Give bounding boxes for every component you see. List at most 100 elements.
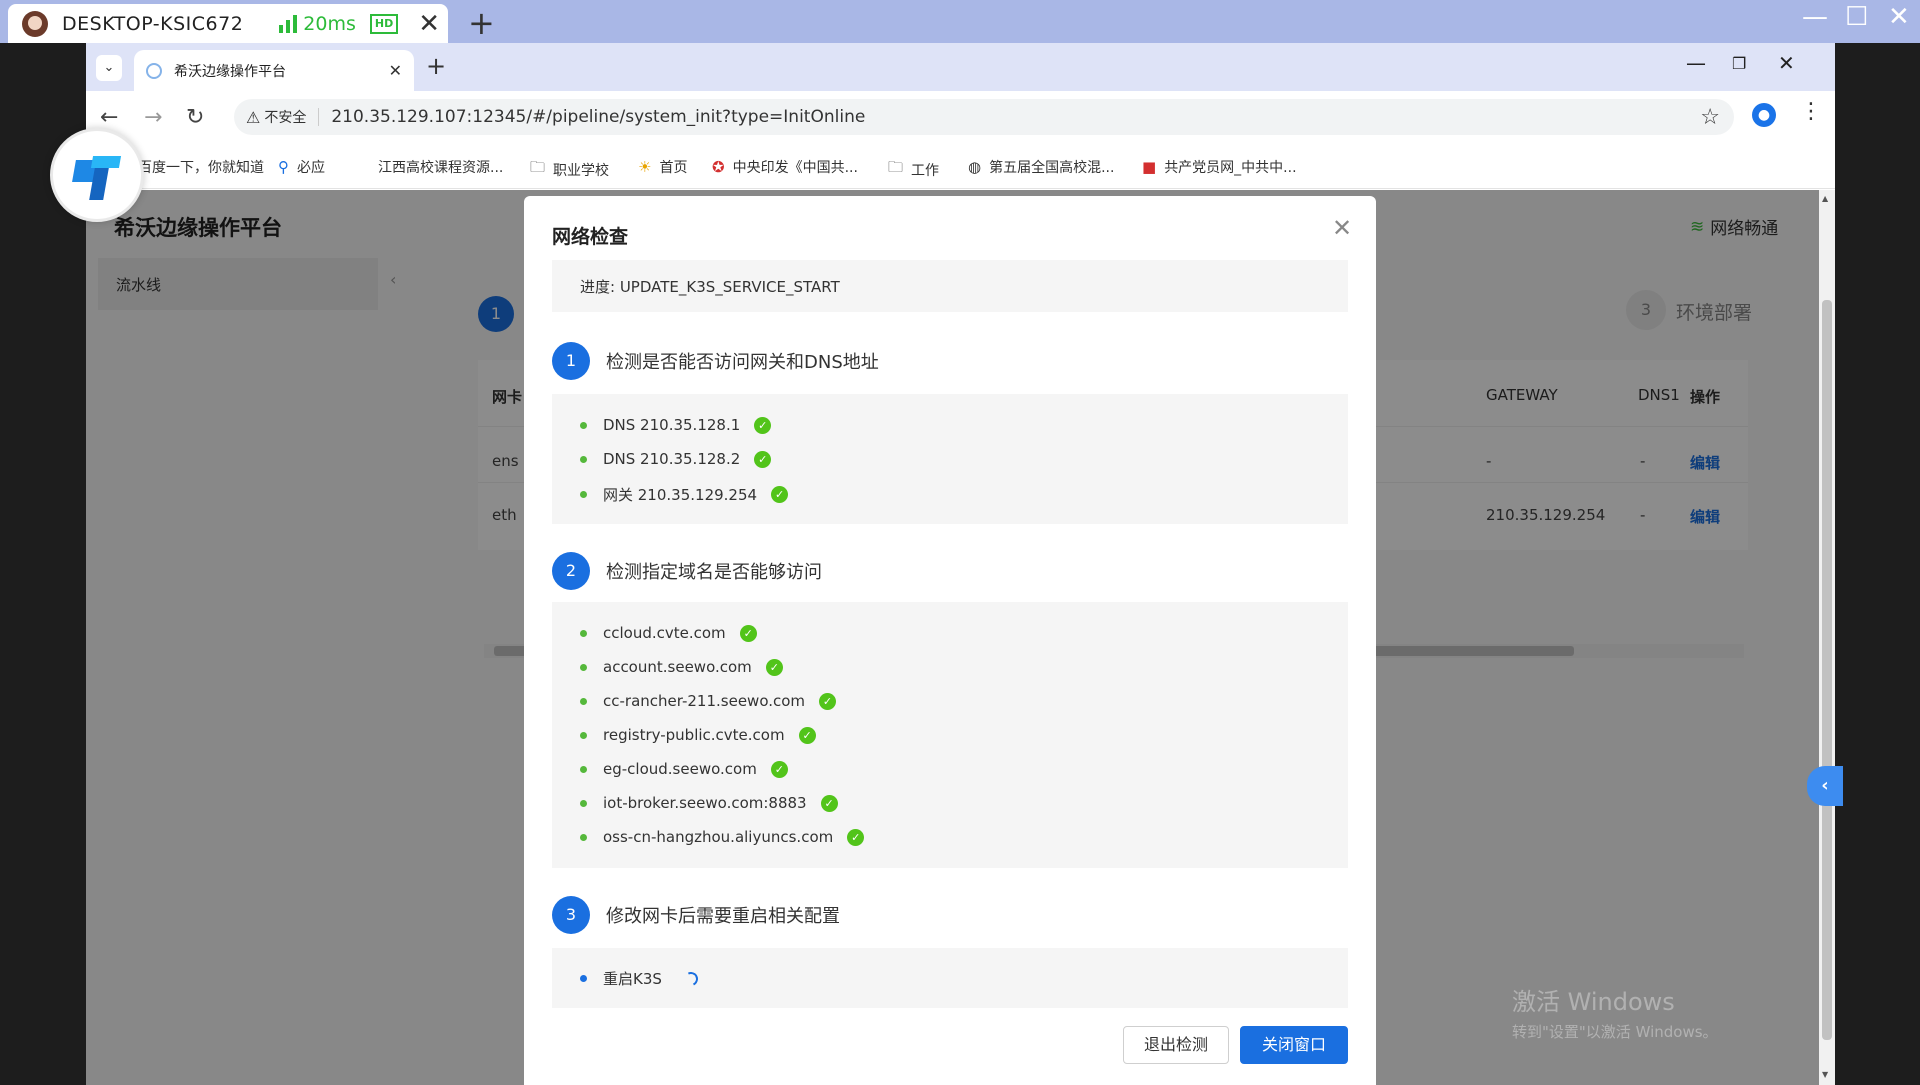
list-item: 重启K3S bbox=[580, 968, 700, 989]
tab-search-icon[interactable]: ⌄ bbox=[96, 55, 122, 81]
profile-icon[interactable]: ● bbox=[1752, 103, 1776, 127]
watermark-subtitle: 转到"设置"以激活 Windows。 bbox=[1512, 1023, 1718, 1041]
floating-app-icon[interactable] bbox=[50, 128, 144, 222]
minimize-icon[interactable]: — bbox=[1802, 2, 1828, 32]
emblem-icon: ✪ bbox=[712, 158, 725, 176]
signal-strength-icon bbox=[279, 14, 298, 33]
list-item: DNS 210.35.128.2 ✓ bbox=[580, 450, 772, 468]
latency-readout: 20ms bbox=[303, 12, 356, 35]
bookmark-item[interactable]: ◍ 第五届全国高校混... bbox=[968, 157, 1114, 177]
list-item: DNS 210.35.128.1 ✓ bbox=[580, 416, 772, 434]
reload-icon[interactable]: ↻ bbox=[186, 105, 204, 130]
list-item: iot-broker.seewo.com:8883 ✓ bbox=[580, 794, 838, 812]
check-icon: ✓ bbox=[820, 794, 838, 812]
browser-close-icon[interactable]: ✕ bbox=[1778, 51, 1795, 75]
browser-minimize-icon[interactable]: — bbox=[1686, 51, 1706, 75]
folder-icon: 🗀 bbox=[888, 158, 904, 176]
user-avatar-icon bbox=[22, 10, 48, 37]
bookmark-label: 江西高校课程资源... bbox=[378, 160, 504, 176]
section-1-number: 1 bbox=[552, 342, 590, 380]
warning-icon: ⚠ bbox=[246, 107, 261, 127]
remote-host-name: DESKTOP-KSIC672 bbox=[62, 12, 244, 35]
section-3-results: 重启K3S bbox=[552, 948, 1348, 1008]
tab-loading-icon bbox=[146, 62, 162, 79]
bookmark-item[interactable]: 🗀 工作 bbox=[888, 157, 939, 182]
address-bar[interactable]: ⚠ 不安全 210.35.129.107:12345/#/pipeline/sy… bbox=[234, 99, 1734, 135]
network-check-dialog: 网络检查 ✕ 进度: UPDATE_K3S_SERVICE_START 1 检测… bbox=[524, 196, 1376, 1085]
check-icon: ✓ bbox=[739, 624, 757, 642]
new-session-icon[interactable]: + bbox=[468, 4, 495, 42]
forward-icon[interactable]: → bbox=[144, 105, 162, 130]
bookmark-item[interactable]: 🗀 职业学校 bbox=[530, 157, 609, 182]
browser-menu-icon[interactable]: ⋮ bbox=[1800, 99, 1822, 124]
search-icon: ⚲ bbox=[278, 158, 289, 176]
section-1-title: 检测是否能否访问网关和DNS地址 bbox=[606, 352, 879, 373]
bookmark-label: 工作 bbox=[911, 162, 940, 179]
check-icon: ✓ bbox=[798, 726, 816, 744]
bookmark-label: 首页 bbox=[659, 160, 688, 176]
tab-title: 希沃边缘操作平台 bbox=[174, 63, 286, 80]
close-window-icon[interactable]: ✕ bbox=[1888, 2, 1910, 32]
check-icon: ✓ bbox=[754, 416, 772, 434]
watermark-title: 激活 Windows bbox=[1512, 988, 1675, 1016]
list-item: 网关 210.35.129.254 ✓ bbox=[580, 484, 789, 505]
list-item: account.seewo.com ✓ bbox=[580, 658, 783, 676]
bookmark-label: 共产党员网_中共中... bbox=[1164, 160, 1297, 176]
bookmark-label: 百度一下，你就知道 bbox=[138, 160, 264, 176]
browser-titlebar: ⌄ 希沃边缘操作平台 ✕ + — ❐ ✕ bbox=[86, 43, 1835, 91]
bookmarks-bar: 百度一下，你就知道 ⚲ 必应 江西高校课程资源... 🗀 职业学校 ☀ 首页 ✪ 中央印… bbox=[86, 143, 1835, 189]
scroll-up-icon[interactable]: ▲ bbox=[1822, 194, 1828, 203]
bookmark-label: 第五届全国高校混... bbox=[989, 160, 1115, 176]
list-item: eg-cloud.seewo.com ✓ bbox=[580, 760, 788, 778]
new-tab-icon[interactable]: + bbox=[426, 52, 446, 80]
maximize-icon[interactable]: ☐ bbox=[1845, 2, 1868, 32]
bookmark-item[interactable]: 百度一下，你就知道 bbox=[138, 157, 264, 177]
bookmark-item[interactable]: 江西高校课程资源... bbox=[378, 157, 503, 177]
section-2-number: 2 bbox=[552, 552, 590, 590]
list-item: registry-public.cvte.com ✓ bbox=[580, 726, 816, 744]
remote-session-tab[interactable]: DESKTOP-KSIC672 20ms HD ✕ bbox=[8, 4, 448, 43]
browser-restore-icon[interactable]: ❐ bbox=[1732, 54, 1746, 73]
bookmark-item[interactable]: ☀ 首页 bbox=[638, 157, 687, 177]
check-icon: ✓ bbox=[819, 692, 837, 710]
scrollbar-thumb[interactable] bbox=[1822, 300, 1832, 1040]
url-text[interactable]: 210.35.129.107:12345/#/pipeline/system_i… bbox=[331, 107, 865, 127]
bookmark-label: 必应 bbox=[297, 160, 325, 176]
bookmark-star-icon[interactable]: ☆ bbox=[1700, 105, 1720, 130]
globe-icon: ◍ bbox=[968, 158, 982, 176]
exit-check-button[interactable]: 退出检测 bbox=[1123, 1026, 1229, 1064]
list-item: ccloud.cvte.com ✓ bbox=[580, 624, 757, 642]
close-session-icon[interactable]: ✕ bbox=[418, 9, 440, 39]
page-vertical-scrollbar[interactable]: ▲ ▼ bbox=[1819, 190, 1835, 1085]
check-icon: ✓ bbox=[765, 658, 783, 676]
browser-tab[interactable]: 希沃边缘操作平台 ✕ bbox=[134, 50, 414, 91]
section-3-number: 3 bbox=[552, 896, 590, 934]
windows-activation-watermark: 激活 Windows 转到"设置"以激活 Windows。 bbox=[1512, 982, 1718, 1042]
loading-spinner-icon bbox=[681, 969, 700, 988]
folder-icon: 🗀 bbox=[530, 158, 546, 176]
todesk-logo-icon bbox=[72, 152, 122, 200]
back-icon[interactable]: ← bbox=[100, 105, 118, 130]
hd-quality-badge[interactable]: HD bbox=[369, 13, 399, 34]
dialog-title: 网络检查 bbox=[552, 226, 629, 248]
bookmark-item[interactable]: ⚲ 必应 bbox=[278, 157, 325, 177]
security-indicator[interactable]: ⚠ 不安全 bbox=[246, 107, 306, 127]
section-2-title: 检测指定域名是否能够访问 bbox=[606, 562, 822, 583]
close-icon[interactable]: ✕ bbox=[1332, 214, 1352, 242]
bookmark-label: 中央印发《中国共... bbox=[732, 160, 858, 176]
bookmark-item[interactable]: ■ 共产党员网_中共中... bbox=[1142, 157, 1297, 177]
check-icon: ✓ bbox=[754, 450, 772, 468]
bookmark-item[interactable]: ✪ 中央印发《中国共... bbox=[712, 157, 858, 177]
tab-close-icon[interactable]: ✕ bbox=[389, 61, 402, 80]
section-1-results: DNS 210.35.128.1 ✓ DNS 210.35.128.2 ✓ 网关 2… bbox=[552, 394, 1348, 524]
scroll-down-icon[interactable]: ▼ bbox=[1822, 1070, 1828, 1079]
remote-desktop-bar: DESKTOP-KSIC672 20ms HD ✕ + — ☐ ✕ bbox=[0, 0, 1920, 43]
security-label: 不安全 bbox=[264, 110, 307, 126]
check-icon: ✓ bbox=[770, 760, 788, 778]
sun-icon: ☀ bbox=[638, 158, 652, 176]
close-dialog-button[interactable]: 关闭窗口 bbox=[1240, 1026, 1348, 1064]
side-panel-toggle-icon[interactable]: ‹ bbox=[1807, 766, 1843, 806]
section-3-title: 修改网卡后需要重启相关配置 bbox=[606, 906, 840, 927]
party-flag-icon: ■ bbox=[1142, 158, 1157, 176]
remote-margin-right bbox=[1835, 43, 1920, 1085]
